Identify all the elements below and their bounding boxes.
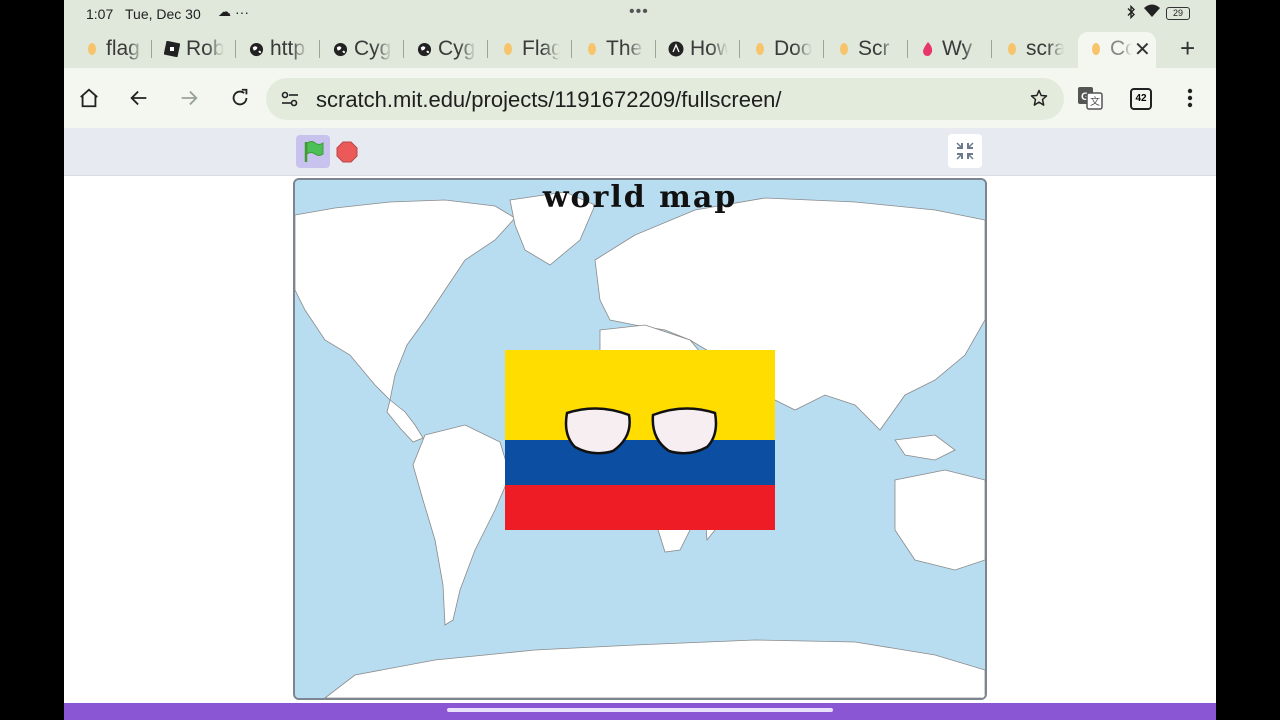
battery-icon: 29 bbox=[1166, 7, 1190, 20]
tab-11[interactable]: scra bbox=[1004, 35, 1064, 63]
tab-label: Doo bbox=[774, 37, 812, 60]
fire-icon bbox=[920, 41, 936, 57]
close-tab-icon[interactable]: ✕ bbox=[1134, 37, 1151, 62]
tab-label: The bbox=[606, 37, 643, 60]
device-screen: 1:07 Tue, Dec 30 ☁ ··· ••• 29 flag Rob h… bbox=[64, 0, 1216, 720]
multitask-dots[interactable]: ••• bbox=[629, 3, 649, 21]
url-text[interactable]: scratch.mit.edu/projects/1191672209/full… bbox=[316, 87, 782, 113]
tab-7[interactable]: How bbox=[668, 35, 728, 63]
countryball-sprite[interactable] bbox=[505, 350, 775, 530]
date: Tue, Dec 30 bbox=[125, 6, 201, 22]
roblox-icon bbox=[164, 41, 180, 57]
right-eye bbox=[651, 407, 718, 455]
tab-label: Co bbox=[1110, 37, 1132, 60]
tab-divider bbox=[403, 40, 404, 58]
exit-fullscreen-button[interactable] bbox=[948, 134, 982, 168]
tab-switcher-button[interactable]: 42 bbox=[1130, 88, 1152, 110]
scratch-cat-icon bbox=[836, 41, 852, 57]
tab-divider bbox=[991, 40, 992, 58]
cloud-icon: ☁ bbox=[218, 4, 231, 19]
site-settings-icon[interactable] bbox=[280, 90, 300, 113]
tab-divider bbox=[739, 40, 740, 58]
translate-button[interactable]: G文 bbox=[1074, 82, 1106, 114]
stage-title: world map bbox=[542, 180, 738, 215]
tab-label: Cyg bbox=[354, 37, 392, 60]
tab-divider bbox=[655, 40, 656, 58]
tab-label: http bbox=[270, 37, 306, 60]
tab-label: Wy bbox=[942, 37, 973, 60]
tab-10[interactable]: Wy bbox=[920, 35, 980, 63]
reload-icon bbox=[232, 88, 248, 106]
clock: 1:07 bbox=[86, 6, 114, 22]
bookmark-star-icon[interactable] bbox=[1029, 88, 1049, 113]
tab-strip: flag Rob http Cyg Cyg Flag The How Doo S… bbox=[64, 28, 1216, 68]
tab-divider bbox=[907, 40, 908, 58]
tab-label: Cyg bbox=[438, 37, 476, 60]
scratch-cat-icon bbox=[584, 41, 600, 57]
tab-label: How bbox=[690, 37, 728, 60]
scratch-cat-icon bbox=[752, 41, 768, 57]
home-indicator[interactable] bbox=[447, 708, 833, 712]
more-vert-icon bbox=[1187, 88, 1193, 108]
browser-toolbar: scratch.mit.edu/projects/1191672209/full… bbox=[64, 68, 1216, 128]
tab-label: Flag bbox=[522, 37, 560, 60]
tab-divider bbox=[319, 40, 320, 58]
tab-divider bbox=[151, 40, 152, 58]
tab-label: Scr bbox=[858, 37, 890, 60]
scratch-cat-icon bbox=[500, 41, 516, 57]
forward-button[interactable] bbox=[173, 82, 205, 114]
tab-active-inner: Co bbox=[1088, 35, 1132, 63]
flag-stripe-yellow bbox=[505, 350, 775, 440]
scratch-controls-bar bbox=[64, 128, 1216, 176]
stop-sign-icon bbox=[336, 141, 358, 163]
tab-label: scra bbox=[1026, 37, 1064, 60]
stop-button[interactable] bbox=[335, 140, 359, 164]
left-eye bbox=[564, 407, 631, 455]
tab-4[interactable]: Cyg bbox=[416, 35, 476, 63]
scratch-cat-icon bbox=[84, 41, 100, 57]
scratch-cat-icon bbox=[1004, 41, 1020, 57]
scratch-stage[interactable]: world map bbox=[293, 178, 987, 700]
arrow-right-icon bbox=[181, 90, 198, 106]
tab-1[interactable]: Rob bbox=[164, 35, 224, 63]
home-button[interactable] bbox=[73, 82, 105, 114]
tab-8[interactable]: Doo bbox=[752, 35, 812, 63]
globe-icon bbox=[332, 41, 348, 57]
globe-icon bbox=[416, 41, 432, 57]
ai-icon bbox=[668, 41, 684, 57]
tab-0[interactable]: flag bbox=[84, 35, 144, 63]
tab-5[interactable]: Flag bbox=[500, 35, 560, 63]
more-notifications: ··· bbox=[235, 4, 249, 20]
globe-icon bbox=[248, 41, 264, 57]
overflow-menu-button[interactable] bbox=[1174, 82, 1206, 114]
back-button[interactable] bbox=[123, 82, 155, 114]
tab-divider bbox=[487, 40, 488, 58]
tab-divider bbox=[823, 40, 824, 58]
green-flag-button[interactable] bbox=[296, 135, 330, 168]
flag-stripe-blue bbox=[505, 440, 775, 485]
bluetooth-icon bbox=[1126, 4, 1136, 22]
system-status-bar: 1:07 Tue, Dec 30 ☁ ··· ••• 29 bbox=[64, 0, 1216, 28]
tab-divider bbox=[235, 40, 236, 58]
exit-fullscreen-icon bbox=[956, 142, 974, 160]
tab-2[interactable]: http bbox=[248, 35, 308, 63]
arrow-left-icon bbox=[130, 90, 147, 106]
wifi-icon bbox=[1143, 3, 1161, 22]
new-tab-button[interactable]: + bbox=[1180, 33, 1195, 64]
svg-text:文: 文 bbox=[1090, 95, 1100, 108]
home-icon bbox=[80, 88, 98, 108]
tab-label: Rob bbox=[186, 37, 224, 60]
reload-button[interactable] bbox=[224, 82, 256, 114]
tab-9[interactable]: Scr bbox=[836, 35, 896, 63]
address-bar[interactable]: scratch.mit.edu/projects/1191672209/full… bbox=[266, 78, 1064, 120]
green-flag-icon bbox=[304, 140, 324, 162]
tab-6[interactable]: The bbox=[584, 35, 644, 63]
tab-3[interactable]: Cyg bbox=[332, 35, 392, 63]
tab-active[interactable]: Co ✕ bbox=[1078, 32, 1156, 68]
flag-stripe-red bbox=[505, 485, 775, 530]
tab-label: flag bbox=[106, 37, 140, 60]
translate-icon: G文 bbox=[1078, 87, 1103, 110]
scratch-cat-icon bbox=[1088, 41, 1104, 57]
tab-divider bbox=[571, 40, 572, 58]
